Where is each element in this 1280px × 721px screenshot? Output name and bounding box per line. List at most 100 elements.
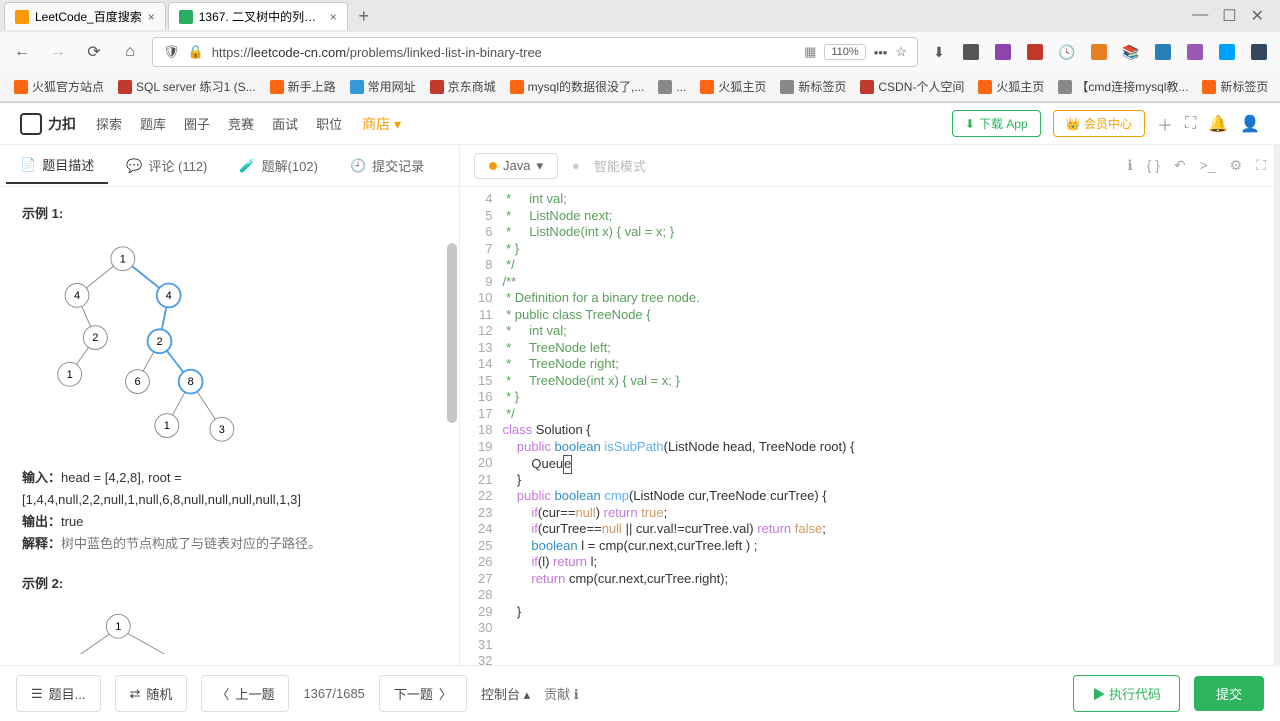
bookmark-item[interactable]: 京东商城	[424, 75, 502, 98]
window-controls: — ☐ ✕	[1192, 6, 1276, 26]
bookmark-item[interactable]: 火狐主页	[972, 75, 1050, 98]
tab-comments[interactable]: 💬 评论 (112)	[112, 148, 221, 183]
svg-text:2: 2	[156, 336, 162, 348]
fullscreen-icon[interactable]: ⛶	[1256, 157, 1266, 174]
close-icon[interactable]: ×	[330, 10, 337, 24]
browser-tab-1[interactable]: 1367. 二叉树中的列表 - 力扣 ×	[168, 2, 348, 30]
shield-icon[interactable]: 🛡	[163, 44, 180, 60]
ext-icon-4[interactable]: 🕓	[1054, 39, 1080, 65]
lock-icon[interactable]: 🔒	[188, 44, 204, 60]
ext-icon-6[interactable]	[1150, 39, 1176, 65]
vip-button[interactable]: 👑 会员中心	[1053, 110, 1145, 137]
minimize-icon[interactable]: —	[1192, 6, 1208, 26]
braces-icon[interactable]: { }	[1147, 157, 1160, 174]
bookmark-icon	[430, 80, 444, 94]
reader-icon[interactable]: ▦	[804, 44, 816, 60]
bookmark-item[interactable]: ...	[652, 77, 692, 97]
nav-item[interactable]: 探索	[96, 114, 122, 133]
more-icon[interactable]: •••	[874, 45, 888, 60]
ext-icon-8[interactable]	[1214, 39, 1240, 65]
zoom-level[interactable]: 110%	[824, 44, 865, 60]
bookmark-icon	[860, 80, 874, 94]
star-icon[interactable]: ☆	[895, 44, 907, 60]
top-right: ⬇ 下载 App 👑 会员中心 ＋ ⛶ 🔔 👤	[952, 110, 1260, 137]
reload-button[interactable]: ⟳	[80, 38, 108, 66]
info-icon[interactable]: ℹ	[1127, 157, 1132, 174]
top-nav: 探索题库圈子竞赛面试职位	[96, 114, 342, 133]
bookmark-item[interactable]: 新标签页	[1196, 75, 1274, 98]
bookmark-icon	[118, 80, 132, 94]
nav-item[interactable]: 题库	[140, 114, 166, 133]
contribute-link[interactable]: 贡献 ℹ	[544, 684, 579, 703]
undo-icon[interactable]: ↶	[1174, 157, 1186, 174]
bookmark-icon	[1058, 80, 1072, 94]
scrollbar[interactable]	[447, 243, 457, 423]
tab-solutions[interactable]: 🧪 题解(102)	[225, 148, 332, 183]
new-tab-button[interactable]: +	[350, 2, 378, 30]
gear-icon[interactable]: ⚙	[1230, 157, 1243, 174]
next-button[interactable]: 下一题 〉	[379, 675, 467, 712]
nav-item[interactable]: 职位	[316, 114, 342, 133]
bookmark-icon	[14, 80, 28, 94]
code-area[interactable]: * int val; * ListNode next; * ListNode(i…	[502, 187, 854, 665]
forward-button[interactable]: →	[44, 38, 72, 66]
nav-item[interactable]: 面试	[272, 114, 298, 133]
example1-title: 示例 1:	[22, 203, 437, 222]
user-icon[interactable]: 👤	[1240, 114, 1260, 134]
bookmark-item[interactable]: 新标签页	[1276, 75, 1280, 98]
back-button[interactable]: ←	[8, 38, 36, 66]
logo[interactable]: 力扣	[20, 113, 76, 135]
bookmark-item[interactable]: mysql的数据很没了,...	[504, 75, 651, 98]
ext-icon-3[interactable]	[1022, 39, 1048, 65]
svg-text:4: 4	[74, 290, 80, 302]
ext-icon-1[interactable]	[958, 39, 984, 65]
ext-icon-7[interactable]	[1182, 39, 1208, 65]
bookmark-item[interactable]: 新手上路	[264, 75, 342, 98]
random-button[interactable]: ⇄ 随机	[115, 675, 188, 712]
browser-tab-0[interactable]: LeetCode_百度搜索 ×	[4, 2, 166, 30]
shop-link[interactable]: 商店 ▾	[362, 114, 401, 134]
problem-list-button[interactable]: ☰ 题目...	[16, 675, 101, 712]
library-icon[interactable]: 📚	[1118, 39, 1144, 65]
bookmark-label: 京东商城	[448, 78, 496, 95]
download-app-button[interactable]: ⬇ 下载 App	[952, 110, 1041, 137]
chevron-down-icon: ▾	[536, 158, 543, 174]
svg-text:6: 6	[134, 376, 140, 388]
url-bar[interactable]: 🛡 🔒 https://leetcode-cn.com/problems/lin…	[152, 37, 918, 67]
bookmark-item[interactable]: SQL server 练习1 (S...	[112, 75, 262, 98]
svg-text:1: 1	[67, 369, 73, 381]
language-select[interactable]: Java ▾	[474, 153, 558, 179]
download-icon[interactable]: ⬇	[926, 39, 952, 65]
bookmark-item[interactable]: 火狐官方站点	[8, 75, 110, 98]
bookmark-item[interactable]: 常用网址	[344, 75, 422, 98]
bookmark-icon	[978, 80, 992, 94]
terminal-icon[interactable]: >_	[1200, 157, 1216, 174]
code-editor[interactable]: 4567891011121314151617181920212223242526…	[460, 187, 1280, 665]
bookmark-item[interactable]: 火狐主页	[694, 75, 772, 98]
tab-submissions[interactable]: 🕘 提交记录	[336, 148, 438, 183]
example2-title: 示例 2:	[22, 573, 437, 592]
submit-button[interactable]: 提交	[1194, 676, 1264, 711]
console-toggle[interactable]: 控制台 ▴	[481, 684, 530, 703]
prev-button[interactable]: 〈 上一题	[201, 675, 289, 712]
bookmark-icon	[658, 80, 672, 94]
ext-icon-2[interactable]	[990, 39, 1016, 65]
close-icon[interactable]: ×	[148, 10, 155, 24]
ext-icon-5[interactable]	[1086, 39, 1112, 65]
nav-item[interactable]: 圈子	[184, 114, 210, 133]
nav-item[interactable]: 竞赛	[228, 114, 254, 133]
maximize-icon[interactable]: ☐	[1222, 6, 1236, 26]
ext-icon-9[interactable]	[1246, 39, 1272, 65]
bookmark-item[interactable]: 新标签页	[774, 75, 852, 98]
run-button[interactable]: ▶ 执行代码	[1073, 675, 1180, 712]
bookmark-item[interactable]: 【cmd连接mysql教...	[1052, 75, 1194, 98]
intelligent-mode-label[interactable]: 智能模式	[594, 156, 646, 175]
tab-description[interactable]: 📄 题目描述	[6, 147, 108, 184]
bookmark-item[interactable]: CSDN-个人空间	[854, 75, 970, 98]
expand-icon[interactable]: ⛶	[1185, 115, 1196, 133]
home-button[interactable]: ⌂	[116, 38, 144, 66]
pane-splitter[interactable]	[1274, 145, 1280, 665]
bell-icon[interactable]: 🔔	[1208, 114, 1228, 134]
plus-icon[interactable]: ＋	[1157, 112, 1173, 136]
close-window-icon[interactable]: ✕	[1251, 6, 1264, 26]
